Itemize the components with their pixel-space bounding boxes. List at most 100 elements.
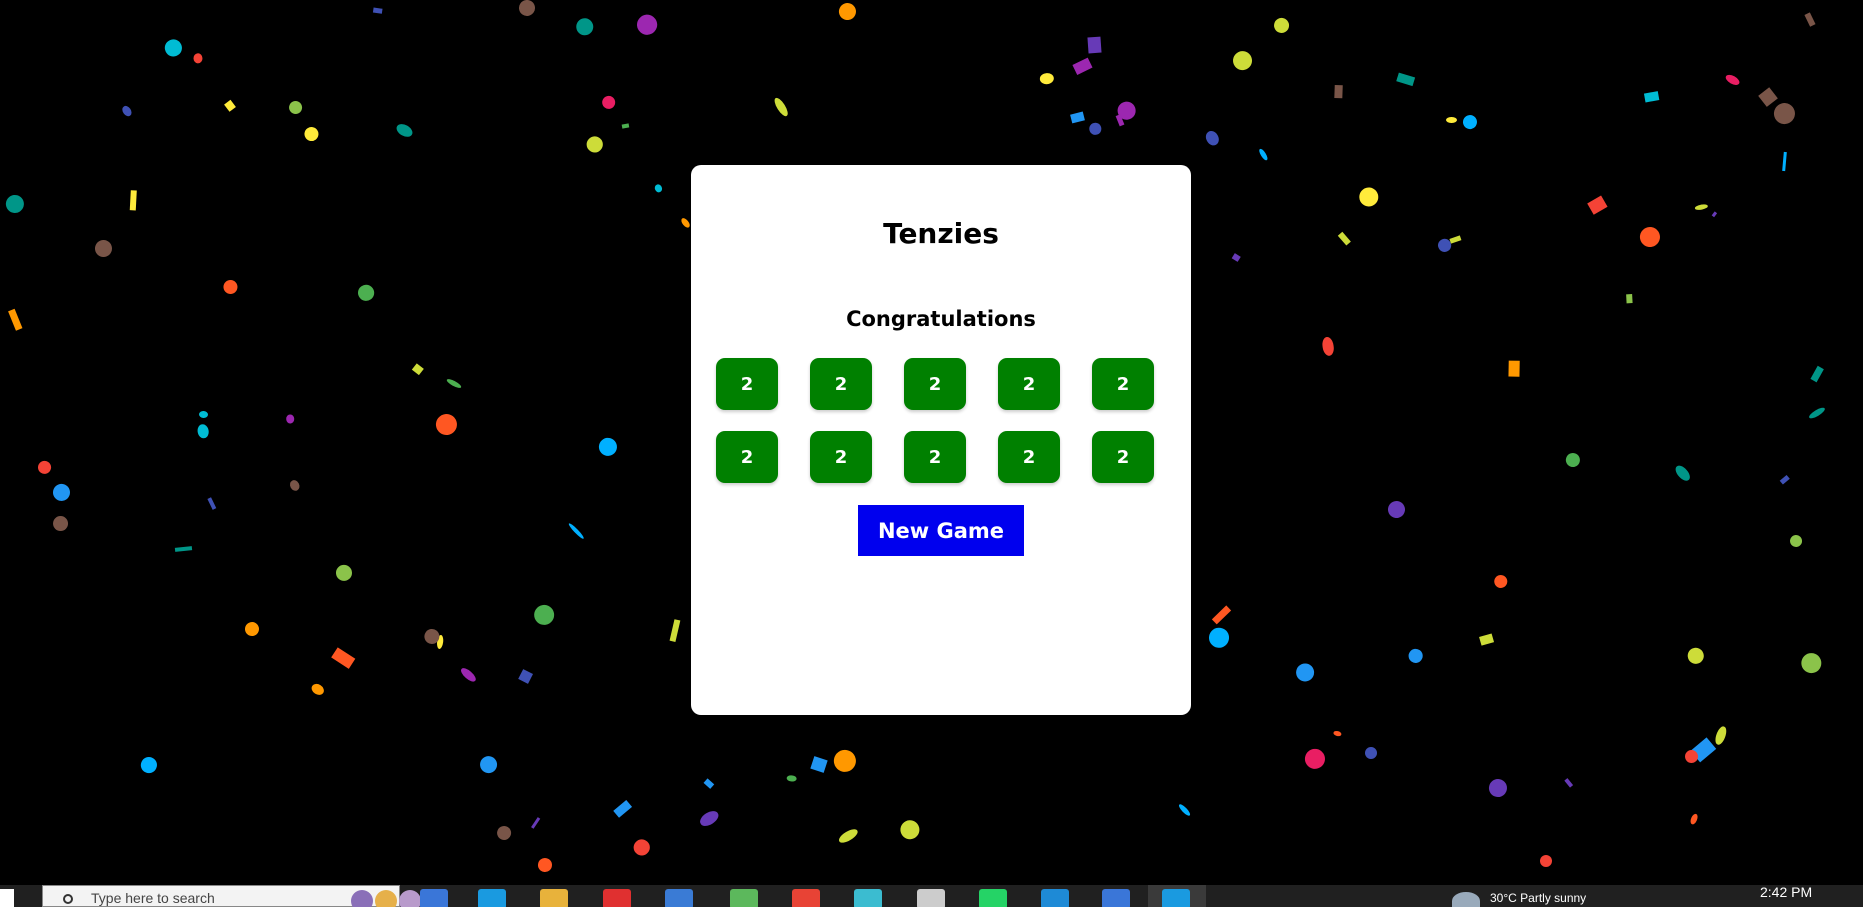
confetti-piece bbox=[537, 857, 553, 873]
confetti-piece bbox=[1039, 72, 1055, 85]
die[interactable]: 2 bbox=[810, 358, 872, 410]
confetti-piece bbox=[162, 37, 185, 60]
win-message: Congratulations bbox=[846, 307, 1036, 331]
confetti-piece bbox=[1355, 183, 1382, 210]
die[interactable]: 2 bbox=[810, 431, 872, 483]
die[interactable]: 2 bbox=[716, 358, 778, 410]
taskbar-app-icon[interactable] bbox=[1162, 889, 1190, 907]
confetti-piece bbox=[207, 497, 217, 510]
confetti-piece bbox=[476, 752, 501, 777]
die[interactable]: 2 bbox=[1092, 358, 1154, 410]
confetti-piece bbox=[335, 564, 353, 582]
confetti-piece bbox=[174, 546, 192, 552]
confetti-piece bbox=[1211, 605, 1232, 625]
confetti-piece bbox=[1789, 534, 1803, 548]
confetti-piece bbox=[432, 410, 461, 439]
search-highlight-icon bbox=[351, 890, 421, 907]
game-card: Tenzies Congratulations 2 2 2 2 2 2 2 2 … bbox=[691, 165, 1191, 715]
confetti-piece bbox=[222, 279, 238, 295]
confetti-piece bbox=[1587, 195, 1608, 215]
die[interactable]: 2 bbox=[904, 358, 966, 410]
confetti-piece bbox=[8, 308, 23, 331]
confetti-piece bbox=[518, 669, 534, 685]
confetti-piece bbox=[138, 754, 160, 776]
die[interactable]: 2 bbox=[998, 358, 1060, 410]
confetti-piece bbox=[287, 99, 305, 117]
confetti-piece bbox=[653, 183, 663, 194]
taskbar-app-icon[interactable] bbox=[478, 889, 506, 907]
confetti-piece bbox=[1508, 360, 1520, 377]
confetti-piece bbox=[621, 123, 630, 129]
confetti-piece bbox=[1782, 151, 1788, 172]
confetti-piece bbox=[1406, 646, 1426, 666]
confetti-piece bbox=[669, 619, 681, 642]
taskbar: Type here to search 30°C Partly sunny 2:… bbox=[0, 885, 1863, 907]
confetti-piece bbox=[1810, 366, 1824, 383]
confetti-piece bbox=[1460, 112, 1480, 132]
confetti-piece bbox=[394, 121, 415, 140]
confetti-piece bbox=[1338, 232, 1351, 246]
confetti-piece bbox=[575, 17, 594, 36]
die[interactable]: 2 bbox=[1092, 431, 1154, 483]
confetti-piece bbox=[1257, 147, 1269, 162]
new-game-button[interactable]: New Game bbox=[858, 505, 1024, 556]
taskbar-app-icon[interactable] bbox=[792, 889, 820, 907]
confetti-piece bbox=[1203, 128, 1222, 148]
confetti-piece bbox=[1771, 100, 1798, 127]
search-placeholder: Type here to search bbox=[91, 890, 215, 906]
taskbar-app-icon[interactable] bbox=[854, 889, 882, 907]
taskbar-app-icon[interactable] bbox=[730, 889, 758, 907]
taskbar-app-icon[interactable] bbox=[1041, 889, 1069, 907]
confetti-piece bbox=[354, 281, 377, 304]
confetti-piece bbox=[1564, 778, 1574, 789]
weather-text: 30°C Partly sunny bbox=[1490, 891, 1587, 905]
die[interactable]: 2 bbox=[716, 431, 778, 483]
confetti-piece bbox=[1492, 573, 1509, 590]
confetti-piece bbox=[1207, 626, 1230, 649]
confetti-piece bbox=[1723, 72, 1742, 88]
confetti-piece bbox=[831, 747, 858, 774]
confetti-piece bbox=[679, 216, 692, 230]
confetti-piece bbox=[92, 237, 115, 260]
confetti-piece bbox=[583, 133, 606, 156]
confetti-piece bbox=[1087, 121, 1103, 137]
confetti-piece bbox=[1779, 474, 1790, 485]
taskbar-app-icon[interactable] bbox=[540, 889, 568, 907]
confetti-piece bbox=[1644, 91, 1660, 103]
confetti-piece bbox=[1564, 451, 1582, 469]
confetti-piece bbox=[810, 756, 828, 773]
confetti-piece bbox=[1072, 57, 1093, 76]
confetti-piece bbox=[411, 362, 424, 376]
confetti-piece bbox=[372, 7, 383, 14]
confetti-piece bbox=[1758, 87, 1779, 107]
die[interactable]: 2 bbox=[904, 431, 966, 483]
confetti-piece bbox=[35, 458, 54, 477]
confetti-piece bbox=[120, 103, 134, 118]
weather-icon[interactable] bbox=[1452, 892, 1480, 907]
confetti-piece bbox=[129, 189, 137, 211]
taskbar-app-icon[interactable] bbox=[665, 889, 693, 907]
confetti-piece bbox=[772, 96, 791, 119]
confetti-piece bbox=[1272, 16, 1292, 36]
confetti-piece bbox=[703, 778, 715, 790]
confetti-piece bbox=[1540, 855, 1553, 868]
taskbar-app-icon[interactable] bbox=[1102, 889, 1130, 907]
windows-start-icon[interactable] bbox=[0, 889, 14, 907]
taskbar-search-box[interactable]: Type here to search bbox=[42, 885, 421, 907]
confetti-piece bbox=[567, 522, 586, 540]
taskbar-app-icon[interactable] bbox=[917, 889, 945, 907]
confetti-piece bbox=[517, 0, 537, 18]
confetti-piece bbox=[1685, 645, 1706, 666]
taskbar-app-icon[interactable] bbox=[979, 889, 1007, 907]
clock-time[interactable]: 2:42 PM bbox=[1760, 885, 1812, 900]
confetti-piece bbox=[1626, 294, 1633, 304]
search-icon bbox=[63, 894, 73, 904]
confetti-piece bbox=[529, 600, 559, 630]
taskbar-app-icon[interactable] bbox=[603, 889, 631, 907]
confetti-piece bbox=[286, 414, 295, 424]
confetti-piece bbox=[697, 808, 721, 830]
taskbar-app-icon[interactable] bbox=[420, 889, 448, 907]
confetti-piece bbox=[1396, 72, 1415, 87]
game-title: Tenzies bbox=[883, 217, 999, 250]
die[interactable]: 2 bbox=[998, 431, 1060, 483]
